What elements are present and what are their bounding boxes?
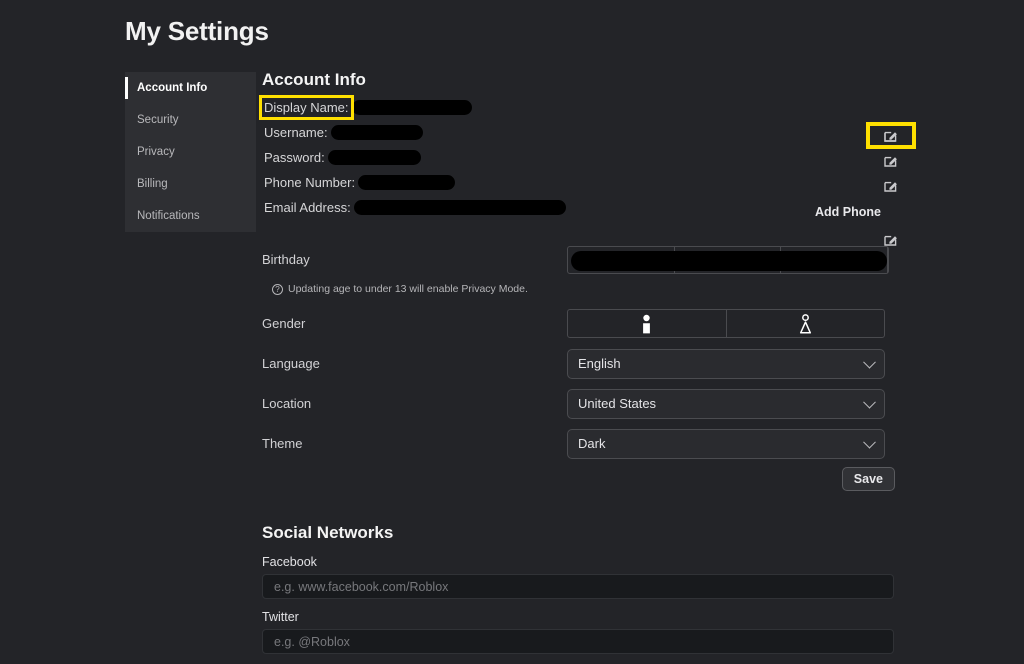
gender-option-female[interactable] [727,310,885,337]
twitter-label: Twitter [262,610,902,624]
location-row: Location United States [262,387,902,420]
gender-control [567,309,885,338]
facebook-placeholder: e.g. www.facebook.com/Roblox [274,580,448,594]
chevron-down-icon [863,355,876,368]
display-name-redaction [352,100,472,115]
phone-number-redaction [358,175,455,190]
username-redaction [331,125,423,140]
field-row-username: Username: [262,121,902,144]
account-info-heading: Account Info [262,70,902,90]
field-row-phone-number: Phone Number: [262,171,902,194]
email-address-label: Email Address: [262,198,353,217]
location-select[interactable]: United States [567,389,885,419]
language-value: English [578,356,621,371]
main-content: Account Info Display Name: Username: Pas… [262,70,902,664]
language-row: Language English [262,347,902,380]
save-row: Save [262,467,895,491]
language-control: English [567,349,885,379]
facebook-input[interactable]: e.g. www.facebook.com/Roblox [262,574,894,599]
edit-pencil-square-icon[interactable] [883,128,899,144]
theme-select[interactable]: Dark [567,429,885,459]
sidebar-item-label: Account Info [137,82,207,94]
save-button[interactable]: Save [842,467,895,491]
sidebar-item-label: Security [137,114,179,126]
field-row-password: Password: [262,146,902,169]
sidebar-item-label: Privacy [137,146,175,158]
edit-pencil-square-icon[interactable] [883,153,899,169]
settings-sidebar: Account Info Security Privacy Billing No… [125,72,256,232]
add-phone-link[interactable]: Add Phone [815,205,881,219]
question-circle-icon: ? [272,284,283,295]
chevron-down-icon [863,435,876,448]
male-figure-icon [640,314,653,334]
birthday-control[interactable] [567,246,885,274]
twitter-placeholder: e.g. @Roblox [274,635,350,649]
theme-row: Theme Dark [262,427,902,460]
birthday-redaction [571,251,887,271]
gender-button-group [567,309,885,338]
privacy-mode-hint-text: Updating age to under 13 will enable Pri… [288,283,528,295]
birthday-label: Birthday [262,252,567,267]
username-label: Username: [262,123,330,142]
settings-page: My Settings Account Info Security Privac… [0,0,1024,664]
sidebar-item-notifications[interactable]: Notifications [125,200,256,232]
female-figure-icon [798,314,813,334]
gender-option-male[interactable] [568,310,727,337]
phone-number-label: Phone Number: [262,173,357,192]
sidebar-item-label: Notifications [137,210,200,222]
social-networks-heading: Social Networks [262,523,902,543]
password-label: Password: [262,148,327,167]
theme-value: Dark [578,436,605,451]
chevron-down-icon [863,395,876,408]
sidebar-item-privacy[interactable]: Privacy [125,136,256,168]
facebook-label: Facebook [262,555,902,569]
social-networks-section: Social Networks Facebook e.g. www.facebo… [262,523,902,664]
gender-label: Gender [262,316,567,331]
display-name-label: Display Name: [262,98,351,117]
theme-control: Dark [567,429,885,459]
sidebar-item-label: Billing [137,178,168,190]
email-address-redaction [354,200,566,215]
edit-pencil-square-icon[interactable] [883,178,899,194]
theme-label: Theme [262,436,567,451]
sidebar-item-account-info[interactable]: Account Info [125,72,256,104]
sidebar-item-billing[interactable]: Billing [125,168,256,200]
field-row-email-address: Email Address: [262,196,902,219]
page-title: My Settings [125,16,269,47]
language-select[interactable]: English [567,349,885,379]
location-control: United States [567,389,885,419]
birthday-row: Birthday [262,243,902,276]
birthday-date-field[interactable] [567,246,889,274]
twitter-input[interactable]: e.g. @Roblox [262,629,894,654]
location-value: United States [578,396,656,411]
location-label: Location [262,396,567,411]
password-redaction [328,150,421,165]
sidebar-item-security[interactable]: Security [125,104,256,136]
field-row-display-name: Display Name: [262,96,902,119]
account-info-list: Display Name: Username: Password: Phone … [262,96,902,219]
language-label: Language [262,356,567,371]
gender-row: Gender [262,307,902,340]
privacy-mode-hint: ? Updating age to under 13 will enable P… [272,283,902,295]
